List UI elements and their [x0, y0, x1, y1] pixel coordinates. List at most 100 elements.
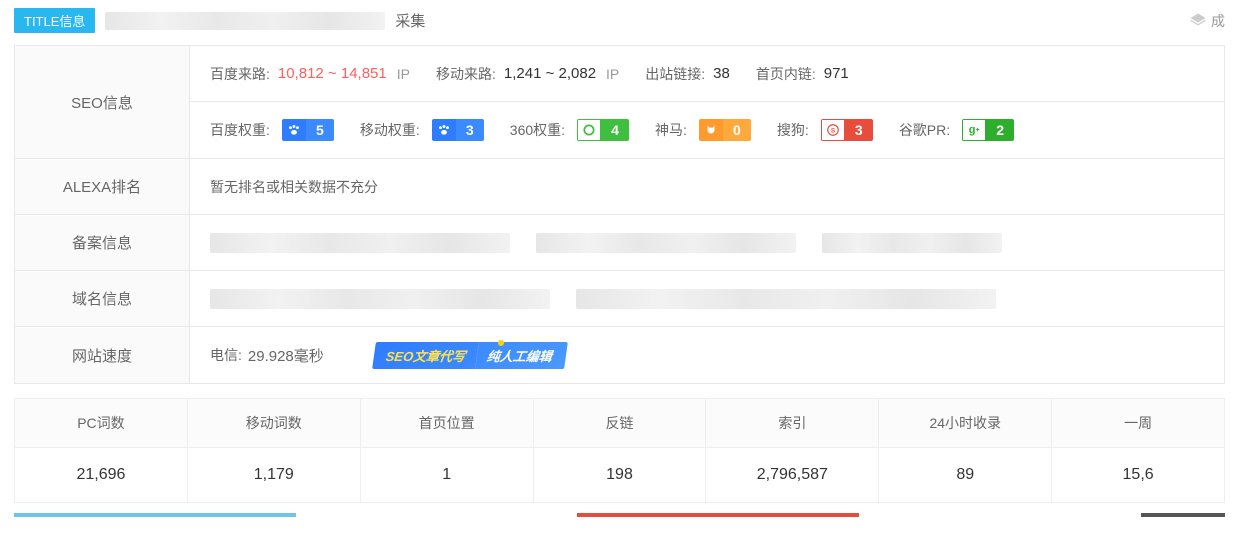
- google-pr-badge: g+ 2: [962, 119, 1014, 141]
- so-weight-value: 4: [601, 119, 629, 141]
- bar-seg-gap-2: [859, 513, 1141, 517]
- stats-col-4[interactable]: 索引2,796,587: [706, 399, 879, 502]
- baidu-traffic-label: 百度来路:: [210, 64, 270, 84]
- alexa-row: ALEXA排名 暂无排名或相关数据不充分: [15, 159, 1224, 215]
- mobile-weight-label: 移动权重:: [360, 120, 420, 140]
- beian-label: 备案信息: [15, 215, 190, 270]
- seo-weight-row: 百度权重: 5 移动权重: 3 360权重:: [190, 102, 1224, 158]
- baidu-weight-badge: 5: [282, 119, 334, 141]
- google-g-icon: g+: [962, 119, 986, 141]
- internal-label: 首页内链:: [756, 64, 816, 84]
- stats-value: 1: [361, 448, 533, 502]
- promo-right: 纯人工编辑: [475, 342, 568, 369]
- stats-col-6[interactable]: 一周15,6: [1052, 399, 1224, 502]
- layers-icon: [1189, 12, 1207, 30]
- bar-seg-gap: [296, 513, 578, 517]
- mobile-paw-icon: [432, 119, 456, 141]
- speed-row: 网站速度 电信: 29.928毫秒 SEO文章代写 纯人工编辑: [15, 327, 1224, 383]
- outbound-label: 出站链接:: [645, 64, 705, 84]
- stats-col-5[interactable]: 24小时收录89: [879, 399, 1052, 502]
- internal-value: 971: [824, 65, 849, 82]
- seo-subrows: 百度来路: 10,812 ~ 14,851 IP 移动来路: 1,241 ~ 2…: [190, 46, 1224, 158]
- beian-row: 备案信息: [15, 215, 1224, 271]
- seo-row: SEO信息 百度来路: 10,812 ~ 14,851 IP 移动来路: 1,2…: [15, 46, 1224, 159]
- stats-value: 15,6: [1052, 448, 1224, 502]
- mobile-traffic-label: 移动来路:: [436, 64, 496, 84]
- domain-row: 域名信息: [15, 271, 1224, 327]
- alexa-label: ALEXA排名: [15, 159, 190, 214]
- header-right: 成: [1189, 11, 1225, 31]
- stats-col-2[interactable]: 首页位置1: [361, 399, 534, 502]
- stats-header: 移动词数: [188, 399, 360, 448]
- speed-content: 电信: 29.928毫秒 SEO文章代写 纯人工编辑: [190, 327, 1224, 383]
- mobile-traffic-value: 1,241 ~ 2,082: [504, 65, 596, 82]
- title-redacted: [105, 12, 385, 30]
- stats-value: 89: [879, 448, 1051, 502]
- baidu-weight-label: 百度权重:: [210, 120, 270, 140]
- stats-value: 21,696: [15, 448, 187, 502]
- beian-redacted-2: [536, 233, 796, 253]
- title-suffix: 采集: [395, 10, 425, 31]
- so-weight-badge: 4: [577, 119, 629, 141]
- sogou-weight-value: 3: [845, 119, 873, 141]
- bar-seg-1: [14, 513, 296, 517]
- mobile-weight[interactable]: 移动权重: 3: [360, 119, 484, 141]
- so-weight[interactable]: 360权重: 4: [510, 119, 629, 141]
- svg-text:S: S: [831, 127, 836, 134]
- seo-traffic-row: 百度来路: 10,812 ~ 14,851 IP 移动来路: 1,241 ~ 2…: [190, 46, 1224, 102]
- google-pr-label: 谷歌PR:: [899, 120, 950, 140]
- stats-header: 反链: [534, 399, 706, 448]
- promo-banner[interactable]: SEO文章代写 纯人工编辑: [374, 342, 566, 369]
- shenma-cat-icon: [699, 119, 723, 141]
- sogou-weight-label: 搜狗:: [777, 120, 809, 140]
- stats-header: 一周: [1052, 399, 1224, 448]
- alexa-value: 暂无排名或相关数据不充分: [210, 177, 378, 197]
- beian-redacted-3: [822, 233, 1002, 253]
- sogou-weight[interactable]: 搜狗: S 3: [777, 119, 873, 141]
- stats-header: 首页位置: [361, 399, 533, 448]
- speed-label: 网站速度: [15, 327, 190, 383]
- so-icon: [577, 119, 601, 141]
- so-weight-label: 360权重:: [510, 120, 565, 140]
- title-badge: TITLE信息: [14, 8, 95, 33]
- bottom-bar: [14, 513, 1225, 517]
- bar-seg-3: [1141, 513, 1225, 517]
- internal-links: 首页内链: 971: [756, 64, 849, 84]
- info-table: SEO信息 百度来路: 10,812 ~ 14,851 IP 移动来路: 1,2…: [14, 45, 1225, 384]
- outbound-links: 出站链接: 38: [645, 64, 730, 84]
- domain-content: [190, 271, 1224, 326]
- shenma-weight-badge: 0: [699, 119, 751, 141]
- stats-header: 索引: [706, 399, 878, 448]
- stats-col-1[interactable]: 移动词数1,179: [188, 399, 361, 502]
- sogou-s-icon: S: [821, 119, 845, 141]
- seo-label: SEO信息: [15, 46, 190, 158]
- promo-dot-icon: [498, 340, 504, 346]
- ip-suffix-2: IP: [606, 66, 619, 82]
- beian-content: [190, 215, 1224, 270]
- stats-col-3[interactable]: 反链198: [534, 399, 707, 502]
- baidu-weight[interactable]: 百度权重: 5: [210, 119, 334, 141]
- speed-item: 电信: 29.928毫秒: [210, 345, 324, 366]
- google-pr[interactable]: 谷歌PR: g+ 2: [899, 119, 1014, 141]
- shenma-weight-label: 神马:: [655, 120, 687, 140]
- google-pr-value: 2: [986, 119, 1014, 141]
- speed-isp-label: 电信:: [210, 345, 242, 365]
- beian-redacted-1: [210, 233, 510, 253]
- domain-redacted-1: [210, 289, 550, 309]
- domain-label: 域名信息: [15, 271, 190, 326]
- alexa-content: 暂无排名或相关数据不充分: [190, 159, 1224, 214]
- mobile-traffic: 移动来路: 1,241 ~ 2,082 IP: [436, 64, 619, 84]
- stats-header: PC词数: [15, 399, 187, 448]
- outbound-value: 38: [713, 65, 730, 82]
- promo-left: SEO文章代写: [372, 342, 479, 369]
- stats-table: PC词数21,696移动词数1,179首页位置1反链198索引2,796,587…: [14, 398, 1225, 503]
- baidu-traffic-value: 10,812 ~ 14,851: [278, 65, 387, 82]
- shenma-weight-value: 0: [723, 119, 751, 141]
- baidu-paw-icon: [282, 119, 306, 141]
- stats-header: 24小时收录: [879, 399, 1051, 448]
- shenma-weight[interactable]: 神马: 0: [655, 119, 751, 141]
- stats-col-0[interactable]: PC词数21,696: [15, 399, 188, 502]
- speed-isp-value: 29.928毫秒: [248, 345, 324, 366]
- bar-seg-2: [577, 513, 859, 517]
- stats-value: 198: [534, 448, 706, 502]
